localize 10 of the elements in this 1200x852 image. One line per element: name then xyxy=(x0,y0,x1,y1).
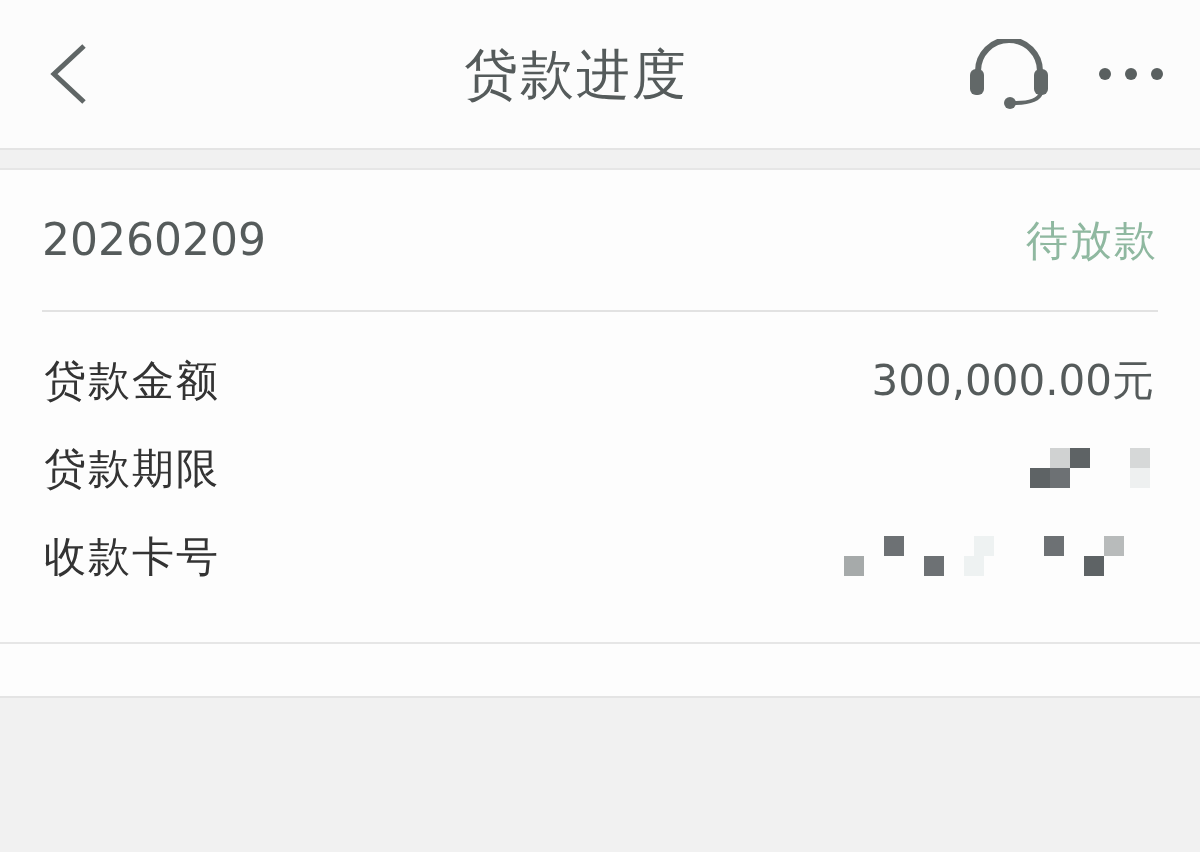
detail-label: 贷款金额 xyxy=(44,354,220,407)
headset-icon[interactable] xyxy=(968,39,1050,109)
loan-number: 20260209 xyxy=(42,213,266,267)
page-title: 贷款进度 xyxy=(463,41,688,108)
more-icon[interactable] xyxy=(1098,67,1164,81)
detail-value: 300,000.00元 xyxy=(871,354,1154,407)
detail-label: 贷款期限 xyxy=(44,442,220,495)
detail-label: 收款卡号 xyxy=(44,530,220,583)
back-icon[interactable] xyxy=(48,42,88,106)
loan-status: 待放款 xyxy=(1026,214,1158,267)
